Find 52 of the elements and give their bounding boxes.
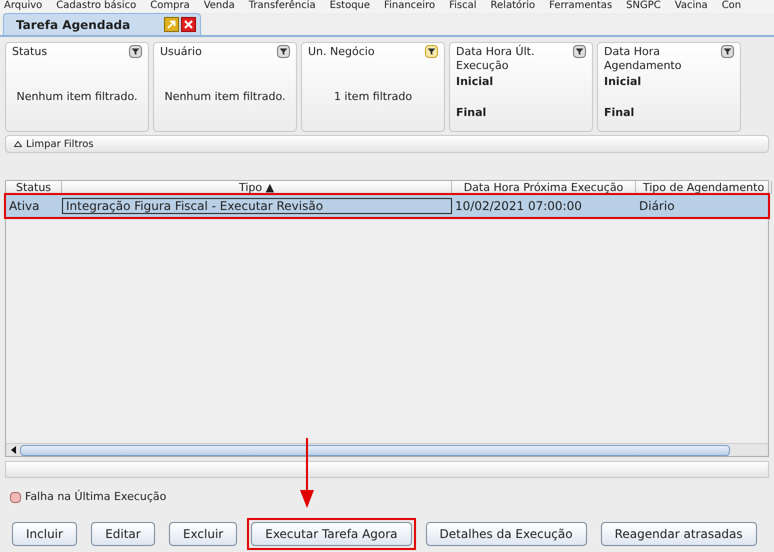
- filter-summary: Nenhum item filtrado.: [163, 89, 287, 105]
- menu-item[interactable]: Cadastro básico: [56, 0, 136, 13]
- clear-filters-bar[interactable]: Limpar Filtros: [5, 135, 769, 153]
- legend-label: Falha na Última Execução: [25, 489, 166, 505]
- menu-item[interactable]: Transferência: [248, 0, 316, 13]
- action-button[interactable]: Incluir: [12, 522, 77, 546]
- menu-item[interactable]: Financeiro: [384, 0, 436, 13]
- action-button[interactable]: Excluir: [168, 522, 238, 546]
- scroll-left-icon[interactable]: [10, 446, 16, 454]
- menu-item[interactable]: Fiscal: [449, 0, 477, 13]
- range-end-label: Final: [456, 104, 488, 120]
- table-cell: Integração Figura Fiscal - Executar Revisão: [62, 198, 452, 214]
- menu-item[interactable]: Venda: [204, 0, 235, 13]
- menu-item[interactable]: Relatório: [490, 0, 536, 13]
- clear-filters-label: Limpar Filtros: [26, 138, 94, 152]
- filter-title: Data Hora Agendamento: [604, 45, 682, 73]
- table-cell-text: Diário: [638, 198, 676, 215]
- scrollbar-thumb[interactable]: [20, 444, 730, 456]
- menu-item[interactable]: Con: [722, 0, 742, 13]
- table-row[interactable]: Ativa Integração Figura Fiscal - Executar Revisão 10/02/2021 07:00:00 Diário: [6, 195, 768, 217]
- menu-item[interactable]: Vacina: [674, 0, 708, 13]
- filter-icon[interactable]: [721, 45, 734, 58]
- tab[interactable]: Tarefa Agendada: [3, 13, 201, 35]
- table-cell-text: 10/02/2021 07:00:00: [454, 198, 583, 215]
- horizontal-scrollbar[interactable]: [6, 443, 768, 456]
- menu-item[interactable]: Arquivo: [4, 0, 42, 13]
- range-end-label: Final: [604, 104, 636, 120]
- filter-icon[interactable]: [129, 45, 142, 58]
- menu-item[interactable]: Estoque: [330, 0, 370, 13]
- filter-title: Un. Negócio: [308, 45, 376, 59]
- menu-item[interactable]: Compra: [150, 0, 190, 13]
- filter-summary: 1 item filtrado: [332, 89, 414, 105]
- filter-icon[interactable]: [425, 45, 438, 58]
- filter-icon[interactable]: [573, 45, 586, 58]
- action-button[interactable]: Editar: [90, 522, 155, 546]
- tab-title: Tarefa Agendada: [16, 16, 130, 34]
- table-cell-text: Ativa: [8, 198, 40, 215]
- filter-summary: Nenhum item filtrado.: [15, 89, 139, 105]
- collapse-icon: [14, 141, 22, 147]
- range-start-label: Inicial: [456, 74, 494, 90]
- action-button[interactable]: Reagendar atrasadas: [600, 522, 757, 546]
- filter-title: Data Hora Últ. Execução: [456, 45, 536, 73]
- menu-item[interactable]: Ferramentas: [549, 0, 612, 13]
- menu-item[interactable]: SNGPC: [626, 0, 661, 13]
- action-button[interactable]: Executar Tarefa Agora: [251, 522, 412, 546]
- action-button[interactable]: Detalhes da Execução: [426, 522, 587, 546]
- close-icon[interactable]: [181, 17, 196, 32]
- filter-title: Usuário: [160, 45, 203, 59]
- annotation-arrow: [300, 438, 314, 508]
- filter-title: Status: [12, 45, 48, 59]
- range-start-label: Inicial: [604, 74, 642, 90]
- filter-icon[interactable]: [277, 45, 290, 58]
